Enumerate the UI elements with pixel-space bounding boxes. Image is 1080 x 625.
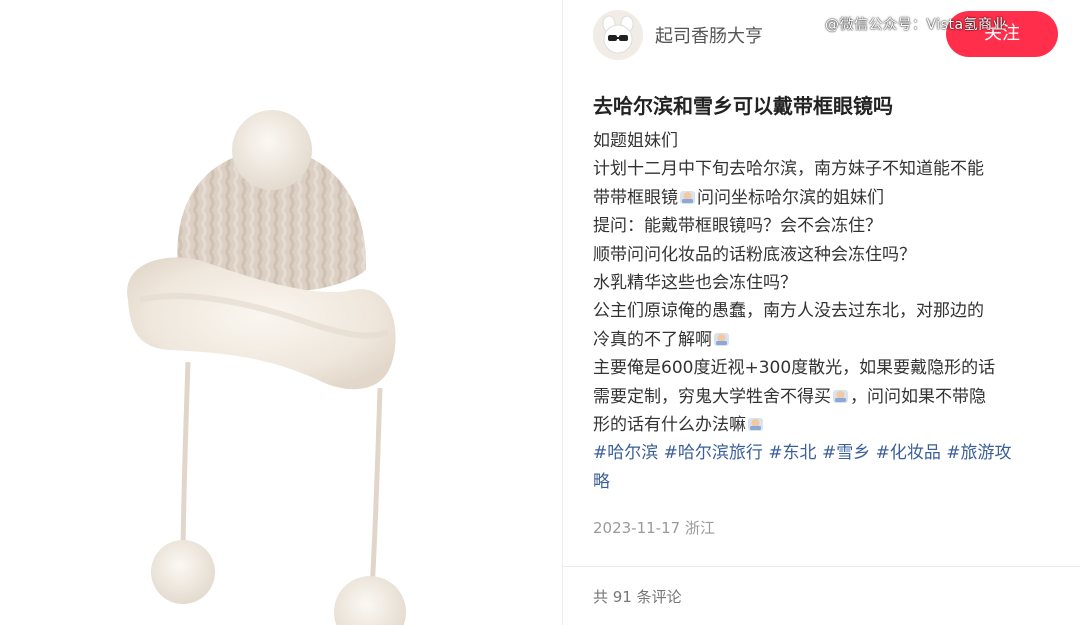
hashtag-link[interactable]: #哈尔滨 [593, 443, 658, 463]
praying-emoji-icon [748, 417, 763, 431]
hat-string-right [369, 387, 383, 591]
watermark: @微信公众号：Vista氢商业 [825, 17, 1008, 33]
body-line: 公主们原谅俺的愚蠢，南方人没去过东北，对那边的 [593, 301, 984, 322]
body-line: 提问：能戴带框眼镜吗？会不会冻住？ [593, 216, 882, 237]
tags-line: #哈尔滨 #哈尔滨旅行 #东北 #雪乡 #化妆品 #旅游攻 [593, 439, 1063, 467]
hat-string-left [180, 361, 191, 549]
section-divider [563, 566, 1080, 567]
comment-count[interactable]: 共 91 条评论 [593, 586, 682, 607]
author-name[interactable]: 起司香肠大亨 [655, 22, 763, 48]
body-text: 带带框眼镜 [593, 187, 678, 208]
hat-pompom-right [334, 576, 406, 625]
body-text: ，问问如果不带隐 [850, 386, 986, 407]
body-line: 需要定制，穷鬼大学牲舍不得买 ，问问如果不带隐 [593, 383, 1063, 411]
post-image[interactable] [0, 0, 562, 625]
body-line: 如题姐妹们 [593, 131, 678, 151]
body-line: 冷真的不了解啊 [593, 326, 1063, 354]
praying-emoji-icon [833, 389, 848, 403]
praying-emoji-icon [714, 332, 729, 346]
post-body: 如题姐妹们 计划十二月中下旬去哈尔滨，南方妹子不知道能不能 带带框眼镜 问问坐标哈… [593, 127, 1063, 496]
hashtag-link[interactable]: #雪乡 [822, 443, 870, 463]
hashtag-link[interactable]: 略 [593, 472, 610, 492]
hashtag-link[interactable]: #旅游攻 [946, 443, 1011, 463]
post-panel: 起司香肠大亨 关注 @微信公众号：Vista氢商业 去哈尔滨和雪乡可以戴带框眼镜… [563, 0, 1080, 625]
hashtag-link[interactable]: #化妆品 [876, 443, 941, 463]
body-text: 冷真的不了解啊 [593, 329, 712, 350]
author-avatar[interactable] [593, 10, 643, 60]
body-line: 主要俺是600度近视+300度散光，如果要戴隐形的话 [593, 358, 996, 379]
hashtag-link[interactable]: #哈尔滨旅行 [664, 443, 763, 463]
body-text: 需要定制，穷鬼大学牲舍不得买 [593, 386, 831, 407]
praying-emoji-icon [680, 190, 695, 204]
post-date-location: 2023-11-17 浙江 [593, 519, 715, 537]
post-title: 去哈尔滨和雪乡可以戴带框眼镜吗 [593, 94, 893, 118]
avatar-icon [593, 10, 643, 60]
body-line: 顺带问问化妆品的话粉底液这种会冻住吗？ [593, 244, 916, 265]
body-text: 形的话有什么办法嘛 [593, 414, 746, 435]
body-line: 带带框眼镜 问问坐标哈尔滨的姐妹们 [593, 184, 1063, 212]
body-line: 水乳精华这些也会冻住吗？ [593, 272, 797, 293]
hashtag-link[interactable]: #东北 [768, 443, 816, 463]
tags-line: 略 [593, 468, 1063, 496]
hat-top-pompom [232, 110, 312, 190]
body-text: 问问坐标哈尔滨的姐妹们 [697, 187, 884, 208]
body-line: 计划十二月中下旬去哈尔滨，南方妹子不知道能不能 [593, 159, 984, 180]
body-line: 形的话有什么办法嘛 [593, 411, 1063, 439]
hat-pompom-left [151, 540, 215, 604]
knit-hat-image [127, 110, 406, 625]
